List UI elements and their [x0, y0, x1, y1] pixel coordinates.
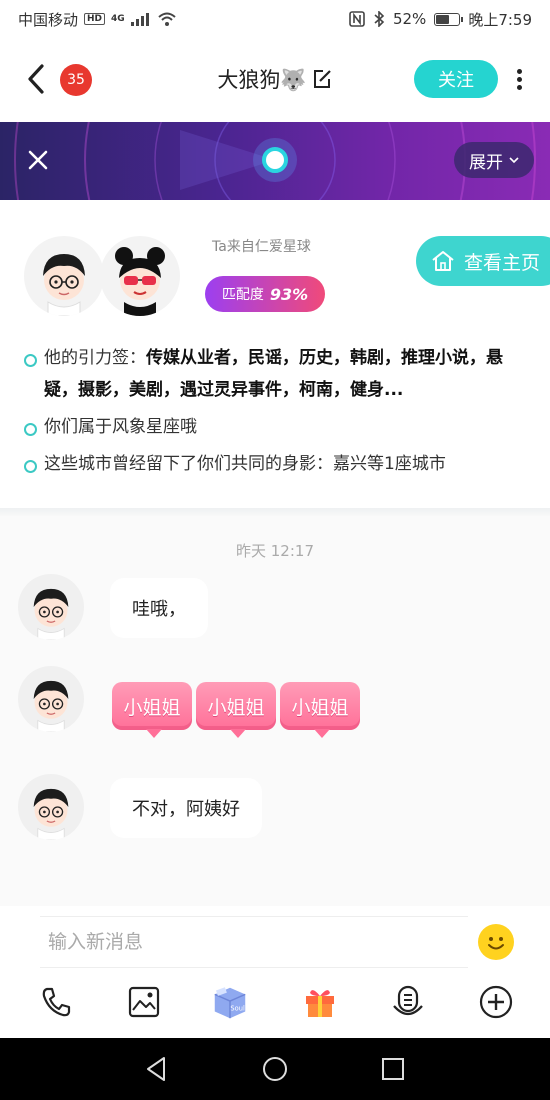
nav-recents-icon[interactable] — [378, 1054, 408, 1084]
shared-cities-row: 这些城市曾经留下了你们共同的身影：嘉兴等1座城市 — [22, 448, 532, 480]
input-bar: Soul — [0, 906, 550, 1036]
network-type: 4G — [111, 14, 125, 24]
tags-prefix: 他的引力签： — [44, 348, 146, 368]
origin-planet-text: Ta来自仁爱星球 — [212, 239, 311, 255]
more-options-icon[interactable] — [512, 62, 526, 96]
wifi-icon — [158, 12, 176, 26]
clock: 晚上7:59 — [468, 10, 532, 29]
match-percentage: 93% — [269, 284, 309, 304]
soul-box-icon[interactable]: Soul — [210, 982, 250, 1022]
signal-icon — [130, 13, 149, 26]
battery-icon — [434, 12, 464, 26]
chat-message-list[interactable]: 昨天 12:17 哇哦， 小姐姐 小姐姐 小姐姐 不对，阿姨好 — [0, 516, 550, 906]
match-badge: 匹配度 93% — [205, 276, 325, 312]
soul-box-label: Soul — [230, 1005, 245, 1013]
chat-toolbar: Soul — [0, 982, 550, 1030]
planet-banner: 展开 — [0, 122, 550, 200]
nav-home-icon[interactable] — [260, 1054, 290, 1084]
message-bubble[interactable]: 哇哦， — [110, 578, 208, 638]
sender-avatar[interactable] — [18, 666, 84, 732]
phone-icon[interactable] — [36, 982, 76, 1022]
expand-button[interactable]: 展开 — [454, 142, 534, 178]
nfc-icon — [349, 11, 365, 27]
other-avatar[interactable] — [100, 236, 180, 316]
boy-avatar-icon — [33, 588, 69, 640]
plus-icon[interactable] — [476, 982, 516, 1022]
sticker[interactable]: 小姐姐 — [196, 682, 276, 738]
view-homepage-label: 查看主页 — [464, 251, 541, 274]
chat-title[interactable]: 大狼狗🐺 — [217, 64, 306, 94]
sender-avatar[interactable] — [18, 574, 84, 640]
edit-icon[interactable] — [311, 68, 333, 90]
chat-header: 35 大狼狗🐺 关注 — [0, 48, 550, 112]
boy-avatar-icon — [33, 788, 69, 840]
boy-avatar-icon — [33, 680, 69, 732]
close-icon[interactable] — [24, 146, 52, 174]
gravity-tags-row: 他的引力签：传媒从业者，民谣，历史，韩剧，推理小说，悬疑，摄影，美剧，遇过灵异事… — [22, 342, 532, 406]
message-bubble[interactable]: 不对，阿姨好 — [110, 778, 262, 838]
sticker[interactable]: 小姐姐 — [280, 682, 360, 738]
status-bar: 中国移动 HD 4G 52% 晚上7:59 — [0, 0, 550, 38]
home-icon — [432, 251, 454, 271]
expand-label: 展开 — [469, 152, 503, 173]
profile-card: Ta来自仁爱星球 匹配度 93% 查看主页 他的引力签：传媒从业者，民谣，历史，… — [0, 200, 550, 508]
smiley-icon — [488, 937, 504, 950]
sender-avatar[interactable] — [18, 774, 84, 840]
zodiac-row: 你们属于风象星座哦 — [22, 411, 532, 443]
match-label: 匹配度 — [221, 287, 264, 303]
image-icon[interactable] — [124, 982, 164, 1022]
sticker-message[interactable]: 小姐姐 小姐姐 小姐姐 — [112, 682, 360, 738]
bluetooth-icon — [374, 11, 385, 27]
nav-back-icon[interactable] — [142, 1054, 172, 1084]
hd-badge: HD — [84, 13, 106, 25]
follow-button[interactable]: 关注 — [414, 60, 498, 98]
my-avatar[interactable] — [24, 236, 104, 316]
emoji-button[interactable] — [478, 924, 514, 960]
message-input[interactable] — [40, 916, 468, 968]
view-homepage-button[interactable]: 查看主页 — [416, 236, 550, 286]
chevron-down-icon — [509, 157, 519, 164]
sticker[interactable]: 小姐姐 — [112, 682, 192, 738]
battery-percent: 52% — [392, 10, 427, 28]
gift-icon[interactable] — [300, 982, 340, 1022]
girl-avatar-icon — [115, 247, 165, 316]
section-divider — [0, 508, 550, 516]
carrier-name: 中国移动 — [18, 10, 79, 29]
boy-avatar-icon — [43, 254, 85, 316]
voice-icon[interactable] — [388, 982, 428, 1022]
system-nav-bar — [0, 1038, 550, 1100]
profile-info-list: 他的引力签：传媒从业者，民谣，历史，韩剧，推理小说，悬疑，摄影，美剧，遇过灵异事… — [22, 342, 532, 480]
message-timestamp: 昨天 12:17 — [236, 542, 314, 560]
